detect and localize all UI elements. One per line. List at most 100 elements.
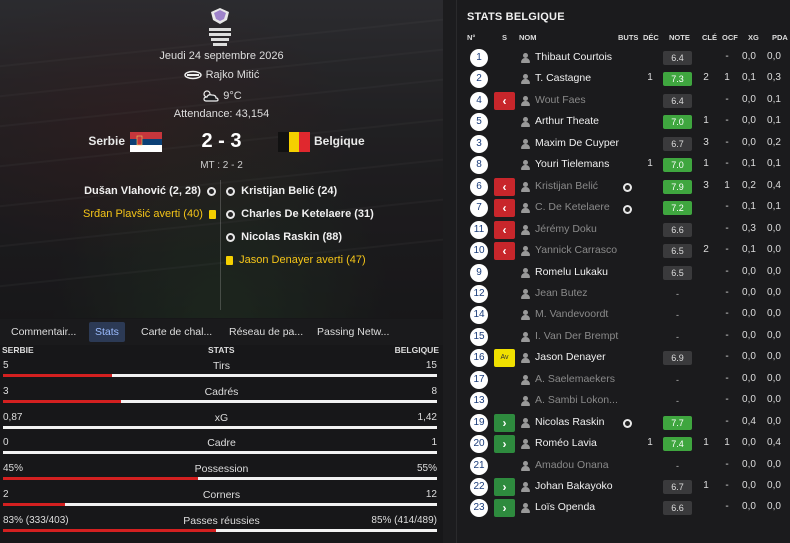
stats-home-label: SERBIE <box>2 345 34 355</box>
player-row[interactable]: 2 T. Castagne 1 7.3 2 1 0,1 0,3 <box>457 69 790 90</box>
player-name[interactable]: Maxim De Cuyper <box>535 137 619 149</box>
player-row[interactable]: 5 Arthur Theate 7.0 1 - 0,0 0,1 <box>457 112 790 133</box>
player-name[interactable]: Youri Tielemans <box>535 158 609 170</box>
yellow-card-icon: Av <box>494 349 515 368</box>
xg-value: 0,0 <box>742 437 756 449</box>
stat-away-value: 1 <box>431 437 437 449</box>
away-event-goal: Kristijan Belić (24) <box>226 185 337 197</box>
player-name[interactable]: Amadou Onana <box>535 459 609 471</box>
col-xg[interactable]: XG <box>748 33 759 42</box>
player-row[interactable]: 13 A. Sambi Lokon... - - 0,0 0,0 <box>457 391 790 412</box>
xg-value: 0,1 <box>742 201 756 213</box>
player-name[interactable]: Nicolas Raskin <box>535 416 604 428</box>
match-summary-panel: Jeudi 24 septembre 2026 Rajko Mitić 9°C … <box>0 0 443 543</box>
player-name[interactable]: T. Castagne <box>535 72 591 84</box>
ball-icon <box>623 204 632 214</box>
away-team-name[interactable]: Belgique <box>314 134 365 148</box>
pda-value: 0,0 <box>767 244 781 256</box>
shirt-number: 23 <box>470 499 488 518</box>
person-icon <box>521 482 530 492</box>
player-row[interactable]: 16 Av Jason Denayer 6.9 - 0,0 0,0 <box>457 348 790 369</box>
rating-badge: 7.3 <box>663 72 692 87</box>
player-row[interactable]: 7 ‹ C. De Ketelaere 7.2 - 0,1 0,1 <box>457 198 790 219</box>
player-row[interactable]: 10 ‹ Yannick Carrasco 6.5 2 - 0,1 0,0 <box>457 241 790 262</box>
player-name[interactable]: Thibaut Courtois <box>535 51 612 63</box>
player-name[interactable]: Jean Butez <box>535 287 588 299</box>
home-team-name[interactable]: Serbie <box>88 134 125 148</box>
player-row[interactable]: 23 › Loïs Openda 6.6 - 0,0 0,0 <box>457 498 790 519</box>
player-name[interactable]: A. Saelemaekers <box>535 373 615 385</box>
tab-stats[interactable]: Stats <box>89 322 125 342</box>
col-rating[interactable]: NOTE <box>669 33 690 42</box>
player-row[interactable]: 4 ‹ Wout Faes 6.4 - 0,0 0,1 <box>457 91 790 112</box>
stat-row: 0,87 xG 1,42 <box>0 411 443 437</box>
col-name[interactable]: NOM <box>519 33 537 42</box>
key-passes-value: 1 <box>703 115 709 127</box>
shirt-number: 17 <box>470 370 488 389</box>
col-chances[interactable]: OCF <box>722 33 738 42</box>
col-goals[interactable]: BUTS <box>618 33 638 42</box>
rating-badge: - <box>676 460 679 471</box>
player-name[interactable]: A. Sambi Lokon... <box>535 394 618 406</box>
tab-chalkboard[interactable]: Carte de chal... <box>135 322 218 342</box>
tab-pass-network[interactable]: Réseau de pa... <box>223 322 309 342</box>
player-name[interactable]: Jérémy Doku <box>535 223 597 235</box>
player-name[interactable]: Johan Bakayoko <box>535 480 613 492</box>
player-row[interactable]: 20 › Roméo Lavia 1 7.4 1 1 0,0 0,4 <box>457 434 790 455</box>
person-icon <box>521 224 530 235</box>
player-row[interactable]: 21 Amadou Onana - - 0,0 0,0 <box>457 456 790 477</box>
player-row[interactable]: 9 Romelu Lukaku 6.5 - 0,0 0,0 <box>457 263 790 284</box>
col-decisive[interactable]: DÉC <box>643 33 659 42</box>
shirt-number: 21 <box>470 456 488 475</box>
player-name[interactable]: C. De Ketelaere <box>535 201 610 213</box>
rating-badge: 7.4 <box>663 437 692 452</box>
col-pda[interactable]: PDA <box>772 33 788 42</box>
col-key-passes[interactable]: CLÉ <box>702 33 717 42</box>
stat-label: xG <box>214 411 229 424</box>
col-sub[interactable]: S <box>502 33 507 42</box>
stat-bar <box>3 528 437 532</box>
player-name[interactable]: Loïs Openda <box>535 501 595 513</box>
chances-value: 1 <box>724 179 730 191</box>
player-name[interactable]: Roméo Lavia <box>535 437 597 449</box>
player-name[interactable]: Yannick Carrasco <box>535 244 617 256</box>
pda-value: 0,0 <box>767 51 781 62</box>
col-number[interactable]: N° <box>467 33 475 42</box>
player-row[interactable]: 22 › Johan Bakayoko 6.7 1 - 0,0 0,0 <box>457 477 790 498</box>
away-event-goal: Charles De Ketelaere (31) <box>226 208 374 220</box>
player-name[interactable]: Kristijan Belić <box>535 180 598 192</box>
tab-passing-network[interactable]: Passing Netw... <box>311 322 395 342</box>
stat-label: Corners <box>202 489 241 501</box>
ball-icon <box>207 186 216 196</box>
player-row[interactable]: 12 Jean Butez - - 0,0 0,0 <box>457 284 790 305</box>
player-row[interactable]: 15 I. Van Der Brempt - - 0,0 0,0 <box>457 327 790 348</box>
player-row[interactable]: 14 M. Vandevoordt - - 0,0 0,0 <box>457 305 790 326</box>
key-passes-value: 2 <box>703 72 709 84</box>
player-row[interactable]: 3 Maxim De Cuyper 6.7 3 - 0,0 0,2 <box>457 134 790 155</box>
xg-value: 0,1 <box>742 244 756 256</box>
player-name[interactable]: Arthur Theate <box>535 115 599 127</box>
tab-commentary[interactable]: Commentair... <box>5 322 82 342</box>
events-divider <box>220 180 221 310</box>
pda-value: 0,0 <box>767 394 781 406</box>
player-row[interactable]: 1 Thibaut Courtois 6.4 - 0,0 0,0 <box>457 48 790 69</box>
player-row[interactable]: 6 ‹ Kristijan Belić 7.9 3 1 0,2 0,4 <box>457 177 790 198</box>
player-name[interactable]: Romelu Lukaku <box>535 266 608 278</box>
player-name[interactable]: Jason Denayer <box>535 351 606 363</box>
chevron-left-icon: ‹ <box>494 242 515 261</box>
player-name[interactable]: M. Vandevoordt <box>535 308 608 320</box>
chances-value: 1 <box>724 72 730 84</box>
player-row[interactable]: 17 A. Saelemaekers - - 0,0 0,0 <box>457 370 790 391</box>
player-row[interactable]: 11 ‹ Jérémy Doku 6.6 - 0,3 0,0 <box>457 220 790 241</box>
tab-bar: Commentair... Stats Carte de chal... Rés… <box>0 319 443 345</box>
stat-label: Cadre <box>207 437 236 450</box>
player-row[interactable]: 19 › Nicolas Raskin 7.7 - 0,4 0,0 <box>457 413 790 434</box>
chevron-left-icon: ‹ <box>494 177 515 196</box>
chances-value: - <box>725 136 729 148</box>
pda-value: 0,0 <box>767 480 781 491</box>
player-row[interactable]: 8 Youri Tielemans 1 7.0 1 - 0,1 0,1 <box>457 155 790 176</box>
player-name[interactable]: Wout Faes <box>535 94 586 106</box>
stat-bar <box>3 503 437 506</box>
player-name[interactable]: I. Van Der Brempt <box>535 330 618 342</box>
referee-row: Rajko Mitić <box>0 69 443 81</box>
